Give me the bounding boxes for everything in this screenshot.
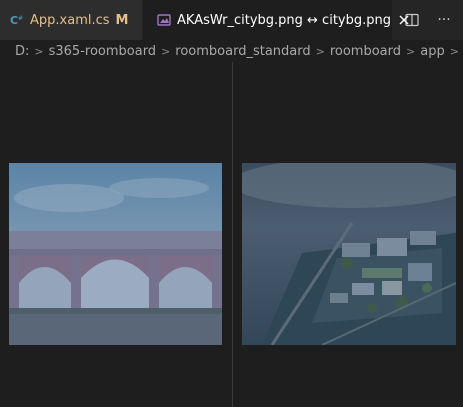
tab-bar: C # App.xaml.cs M AKAsWr_citybg.png ↔ ci… [0, 0, 463, 40]
chevron-right-icon: > [34, 44, 44, 58]
breadcrumb-item[interactable]: s365-roomboard [49, 44, 156, 59]
editor-window: C # App.xaml.cs M AKAsWr_citybg.png ↔ ci… [0, 0, 463, 407]
svg-text:#: # [18, 15, 23, 22]
svg-text:C: C [10, 14, 18, 27]
breadcrumb: D: > s365-roomboard > roomboard_standard… [0, 40, 463, 62]
chevron-right-icon: > [161, 44, 171, 58]
more-actions-glyph: ··· [437, 12, 451, 28]
tab-label: AKAsWr_citybg.png ↔ citybg.png [177, 12, 391, 28]
close-icon[interactable] [399, 11, 409, 29]
tab-app-xaml-cs[interactable]: C # App.xaml.cs M [0, 0, 143, 40]
tab-label: App.xaml.cs [30, 12, 110, 28]
more-actions-icon[interactable]: ··· [433, 9, 455, 31]
split-divider[interactable] [232, 62, 233, 407]
modified-image[interactable] [242, 163, 456, 345]
csharp-icon: C # [10, 13, 24, 27]
original-image[interactable] [9, 163, 222, 345]
tab-image-diff[interactable]: AKAsWr_citybg.png ↔ citybg.png [143, 0, 409, 40]
chevron-right-icon: > [449, 44, 459, 58]
image-icon [157, 13, 171, 27]
breadcrumb-item[interactable]: roomboard [330, 44, 401, 59]
breadcrumb-item[interactable]: app [420, 44, 444, 59]
breadcrumb-item[interactable]: roomboard_standard [175, 44, 310, 59]
chevron-right-icon: > [315, 44, 325, 58]
chevron-right-icon: > [406, 44, 416, 58]
image-diff-viewer [0, 62, 463, 407]
modified-badge: M [115, 12, 129, 28]
breadcrumb-item[interactable]: D: [15, 44, 29, 59]
